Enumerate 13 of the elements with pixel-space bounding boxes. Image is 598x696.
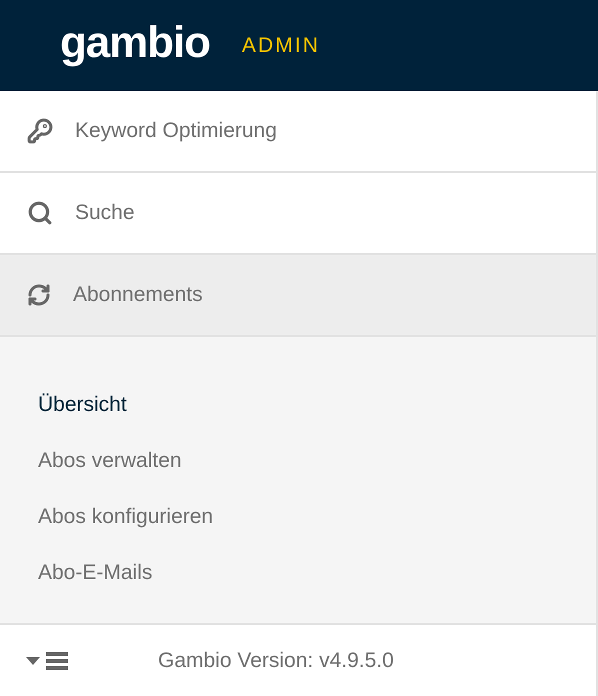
menu-icon[interactable] bbox=[46, 652, 68, 670]
submenu-item[interactable]: Übersicht bbox=[0, 377, 596, 433]
menu-item[interactable]: Abonnements bbox=[0, 255, 596, 337]
submenu-item[interactable]: Abo-E-Mails bbox=[0, 545, 596, 601]
logo[interactable]: gambio bbox=[60, 20, 210, 70]
caret-icon[interactable] bbox=[26, 656, 40, 664]
refresh-icon bbox=[27, 283, 51, 307]
submenu-item[interactable]: Abos verwalten bbox=[0, 433, 596, 489]
admin-label: ADMIN bbox=[242, 32, 320, 59]
key-icon bbox=[27, 118, 53, 144]
version-text: Gambio Version: v4.9.5.0 bbox=[158, 648, 394, 674]
submenu-item[interactable]: Abos konfigurieren bbox=[0, 489, 596, 545]
search-icon bbox=[27, 200, 53, 226]
